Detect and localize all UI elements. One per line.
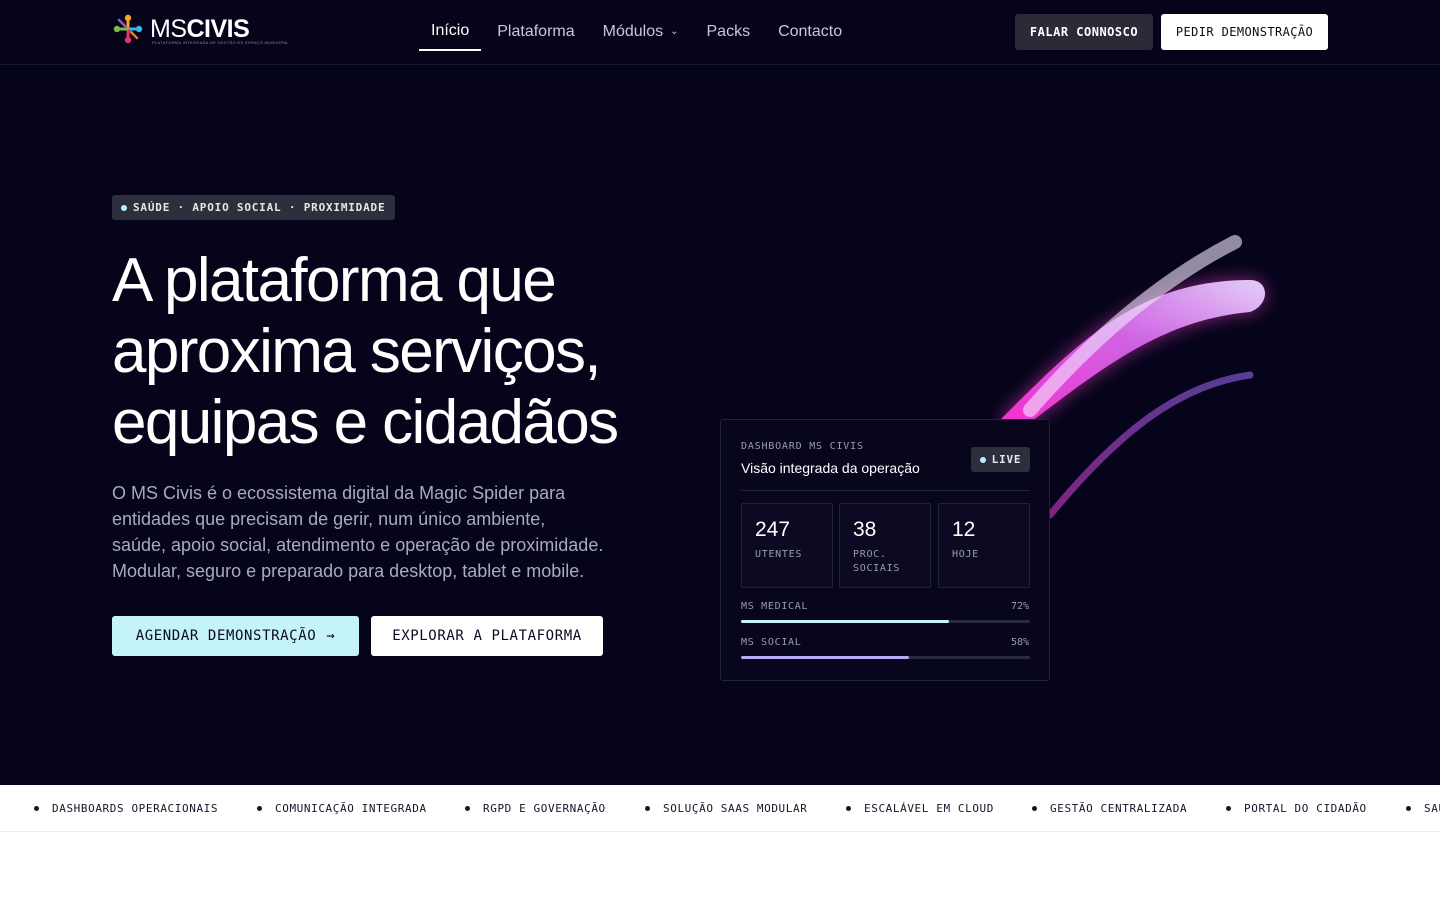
headline-line: equipas e cidadãos	[112, 388, 619, 457]
dashboard-title: Visão integrada da operação	[741, 460, 920, 476]
stat-tile-proc-sociais: 38 PROC. SOCIAIS	[839, 503, 931, 588]
nav-item-modulos[interactable]: Módulos ⌄	[591, 12, 691, 51]
stat-label: HOJE	[952, 549, 979, 560]
marquee-item: SAÚDE	[1406, 785, 1440, 831]
hero-badge: SAÚDE · APOIO SOCIAL · PROXIMIDADE	[112, 195, 396, 220]
progress-percent-ms-social: 58%	[1010, 637, 1029, 648]
bullet-icon	[1032, 806, 1037, 811]
live-badge: LIVE	[971, 447, 1030, 472]
progress-track-ms-social	[741, 656, 1030, 659]
description-line: entidades que precisam de gerir, num úni…	[112, 509, 546, 529]
progress-track-ms-medical	[741, 620, 1030, 623]
marquee-item: DASHBOARDS OPERACIONAIS	[34, 785, 219, 831]
stat-value: 12	[952, 518, 976, 541]
marquee-item: COMUNICAÇÃO INTEGRADA	[257, 785, 427, 831]
nav-item-inicio[interactable]: Início	[419, 12, 482, 51]
logo-mark-icon	[112, 13, 144, 45]
marquee-item: GESTÃO CENTRALIZADA	[1032, 785, 1188, 831]
schedule-demo-button[interactable]: AGENDAR DEMONSTRAÇÃO →	[112, 616, 359, 656]
site-header: MSCIVIS PLATAFORMA INTEGRADA DE GESTÃO D…	[0, 0, 1440, 65]
description-line: saúde, apoio social, atendimento e opera…	[112, 535, 604, 555]
chevron-down-icon: ⌄	[670, 26, 679, 37]
bullet-icon	[645, 806, 650, 811]
stat-tile-utentes: 247 UTENTES	[741, 503, 833, 588]
brand-tagline: PLATAFORMA INTEGRADA DE GESTÃO DE ESPAÇO…	[152, 40, 289, 45]
dashboard-card: DASHBOARD MS CIVIS Visão integrada da op…	[720, 419, 1050, 681]
marquee-item-label: GESTÃO CENTRALIZADA	[1050, 802, 1188, 815]
progress-label-ms-social: MS SOCIAL	[741, 637, 802, 648]
dashboard-kicker: DASHBOARD MS CIVIS	[741, 441, 864, 452]
headline-line: A plataforma que	[112, 246, 557, 315]
marquee-item-label: COMUNICAÇÃO INTEGRADA	[275, 802, 427, 815]
badge-dot-icon	[121, 204, 127, 211]
marquee-item-label: RGPD E GOVERNAÇÃO	[483, 802, 606, 815]
progress-percent-ms-medical: 72%	[1010, 601, 1029, 612]
marquee-item: RGPD E GOVERNAÇÃO	[465, 785, 606, 831]
stat-value: 247	[755, 518, 791, 541]
nav-item-modulos-label: Módulos	[602, 22, 664, 40]
hero-description: O MS Civis é o ecossistema digital da Ma…	[112, 480, 652, 584]
bullet-icon	[1406, 806, 1411, 811]
marquee-item: SOLUÇÃO SAAS MODULAR	[645, 785, 808, 831]
hero-badge-label: SAÚDE · APOIO SOCIAL · PROXIMIDADE	[133, 201, 386, 214]
bullet-icon	[465, 806, 470, 811]
progress-fill-ms-social	[741, 656, 909, 659]
bullet-icon	[34, 806, 39, 811]
explore-platform-button[interactable]: EXPLORAR A PLATAFORMA	[371, 616, 603, 656]
bullet-icon	[1226, 806, 1231, 811]
hero-headline: A plataforma que aproxima serviços, equi…	[112, 245, 722, 458]
bullet-icon	[846, 806, 851, 811]
stat-label: PROC. SOCIAIS	[853, 549, 901, 574]
marquee-item-label: DASHBOARDS OPERACIONAIS	[52, 802, 219, 815]
request-demo-button[interactable]: PEDIR DEMONSTRAÇÃO	[1161, 14, 1328, 50]
progress-fill-ms-medical	[741, 620, 950, 623]
marquee-item-label: ESCALÁVEL EM CLOUD	[864, 802, 995, 815]
live-badge-label: LIVE	[991, 453, 1022, 466]
marquee-item-label: SAÚDE	[1424, 802, 1440, 815]
brand-logo[interactable]: MSCIVIS PLATAFORMA INTEGRADA DE GESTÃO D…	[112, 13, 288, 45]
features-marquee: DASHBOARDS OPERACIONAIS COMUNICAÇÃO INTE…	[0, 785, 1440, 832]
nav-item-plataforma[interactable]: Plataforma	[485, 12, 586, 51]
progress-label-ms-medical: MS MEDICAL	[741, 601, 809, 612]
talk-to-us-button[interactable]: FALAR CONNOSCO	[1015, 14, 1153, 50]
hero-section: MSCIVIS PLATAFORMA INTEGRADA DE GESTÃO D…	[0, 0, 1440, 785]
brand-name-light: MS	[150, 15, 187, 43]
headline-line: aproxima serviços,	[112, 317, 602, 386]
arrow-right-icon: →	[326, 628, 336, 644]
live-dot-icon	[979, 456, 986, 463]
schedule-demo-label: AGENDAR DEMONSTRAÇÃO	[135, 628, 317, 644]
stat-value: 38	[853, 518, 877, 541]
stat-label: UTENTES	[755, 549, 803, 560]
nav-item-packs[interactable]: Packs	[695, 12, 763, 51]
stat-tile-hoje: 12 HOJE	[938, 503, 1030, 588]
marquee-item-label: SOLUÇÃO SAAS MODULAR	[663, 802, 808, 815]
marquee-item: ESCALÁVEL EM CLOUD	[846, 785, 995, 831]
brand-wordmark: MSCIVIS	[150, 15, 250, 43]
marquee-item-label: PORTAL DO CIDADÃO	[1244, 802, 1367, 815]
description-line: O MS Civis é o ecossistema digital da Ma…	[112, 483, 566, 503]
nav-item-contacto[interactable]: Contacto	[766, 12, 854, 51]
description-line: Modular, seguro e preparado para desktop…	[112, 561, 585, 581]
bullet-icon	[257, 806, 262, 811]
main-nav: Início Plataforma Módulos ⌄ Packs Contac…	[419, 12, 858, 51]
brand-name-bold: CIVIS	[186, 15, 250, 43]
card-divider	[741, 490, 1030, 491]
marquee-item: PORTAL DO CIDADÃO	[1226, 785, 1367, 831]
